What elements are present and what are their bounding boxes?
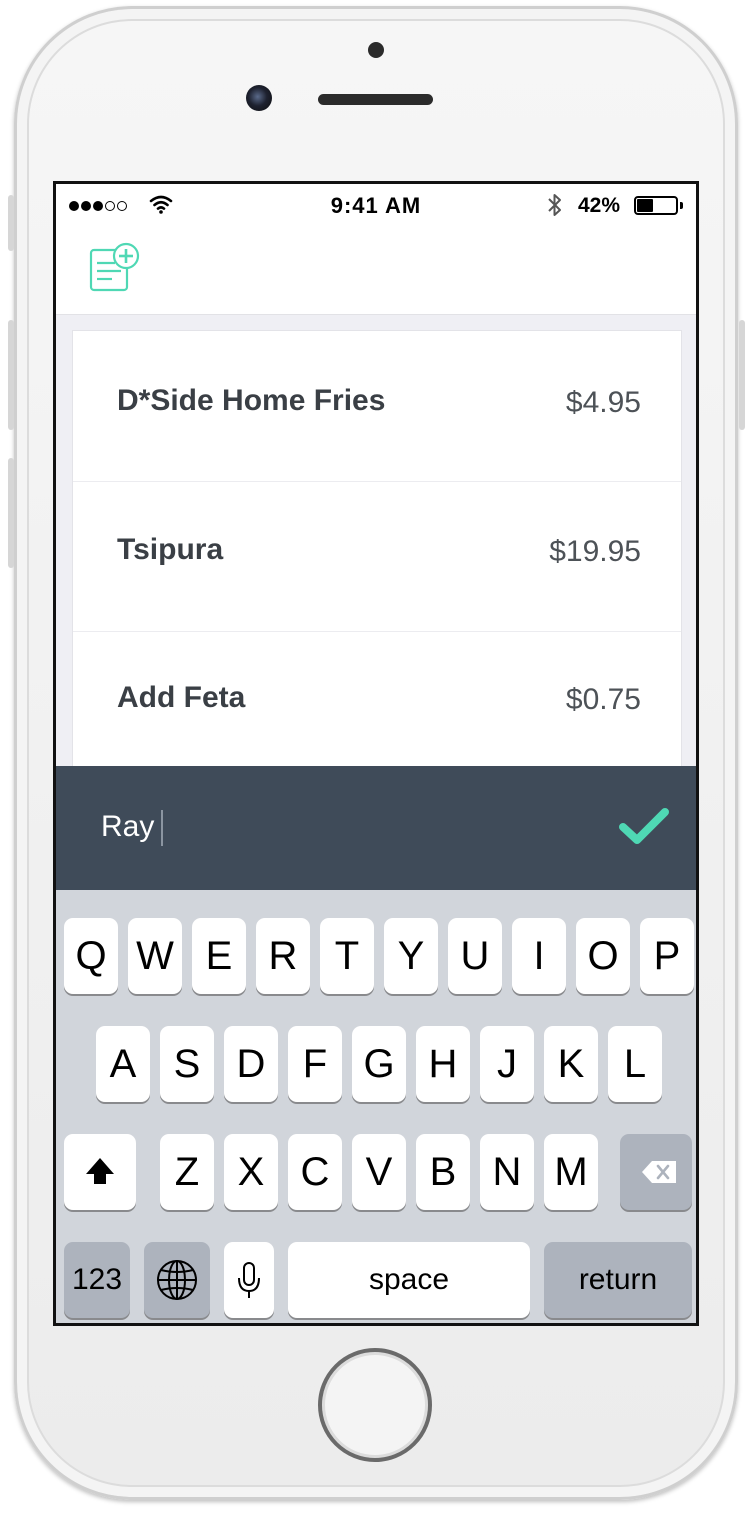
item-price: $0.75 [565,683,641,716]
battery-level-fill [637,199,653,212]
key-b[interactable]: B [416,1134,470,1210]
key-n[interactable]: N [480,1134,534,1210]
key-r[interactable]: R [256,918,310,994]
globe-icon [157,1260,197,1300]
list-item[interactable]: Add Feta $0.75 [73,631,681,781]
dictation-key[interactable] [224,1242,274,1318]
shift-key[interactable] [64,1134,136,1210]
list-item[interactable]: D*Side Home Fries $4.95 [73,331,681,482]
name-input-bar: Ray [56,766,696,890]
checkmark-icon[interactable] [618,806,670,846]
home-button[interactable] [318,1348,432,1462]
key-z[interactable]: Z [160,1134,214,1210]
key-e[interactable]: E [192,918,246,994]
new-receipt-plus-icon[interactable] [88,241,142,293]
key-x[interactable]: X [224,1134,278,1210]
key-w[interactable]: W [128,918,182,994]
key-m[interactable]: M [544,1134,598,1210]
key-h[interactable]: H [416,1026,470,1102]
bluetooth-icon [548,194,561,216]
key-l[interactable]: L [608,1026,662,1102]
keyboard: Q W E R T Y U I O P A S D F G H J K L Z … [56,890,696,1323]
key-t[interactable]: T [320,918,374,994]
text-cursor [161,810,163,846]
battery-tip [680,202,683,209]
nav-bar [56,226,696,315]
earpiece-speaker [318,94,433,105]
key-k[interactable]: K [544,1026,598,1102]
key-g[interactable]: G [352,1026,406,1102]
screen: 9:41 AM 42% D*Side Home Fries $4.95 Tsip… [53,181,699,1326]
item-price: $4.95 [565,386,641,419]
battery-icon [634,196,678,215]
key-p[interactable]: P [640,918,694,994]
item-name: Tsipura [117,533,224,566]
battery-percent: 42% [578,194,621,217]
status-bar: 9:41 AM 42% [56,184,696,226]
key-d[interactable]: D [224,1026,278,1102]
volume-down-button [8,458,14,568]
mute-switch [8,195,14,251]
delete-key[interactable] [620,1134,692,1210]
backspace-icon [642,1161,676,1183]
power-button [739,320,745,430]
name-input[interactable]: Ray [101,810,154,844]
key-u[interactable]: U [448,918,502,994]
numbers-key[interactable]: 123 [64,1242,130,1318]
key-y[interactable]: Y [384,918,438,994]
key-c[interactable]: C [288,1134,342,1210]
list-item[interactable]: Tsipura $19.95 [73,481,681,632]
key-v[interactable]: V [352,1134,406,1210]
key-f[interactable]: F [288,1026,342,1102]
key-s[interactable]: S [160,1026,214,1102]
item-name: D*Side Home Fries [117,384,386,417]
item-name: Add Feta [117,681,246,714]
front-camera [246,85,272,111]
key-i[interactable]: I [512,918,566,994]
items-list: D*Side Home Fries $4.95 Tsipura $19.95 A… [72,330,682,790]
volume-up-button [8,320,14,430]
key-a[interactable]: A [96,1026,150,1102]
key-j[interactable]: J [480,1026,534,1102]
key-o[interactable]: O [576,918,630,994]
shift-arrow-icon [86,1158,114,1184]
microphone-icon [238,1262,260,1298]
proximity-sensor [368,42,384,58]
item-price: $19.95 [549,535,641,568]
globe-key[interactable] [144,1242,210,1318]
return-key[interactable]: return [544,1242,692,1318]
space-key[interactable]: space [288,1242,530,1318]
key-q[interactable]: Q [64,918,118,994]
